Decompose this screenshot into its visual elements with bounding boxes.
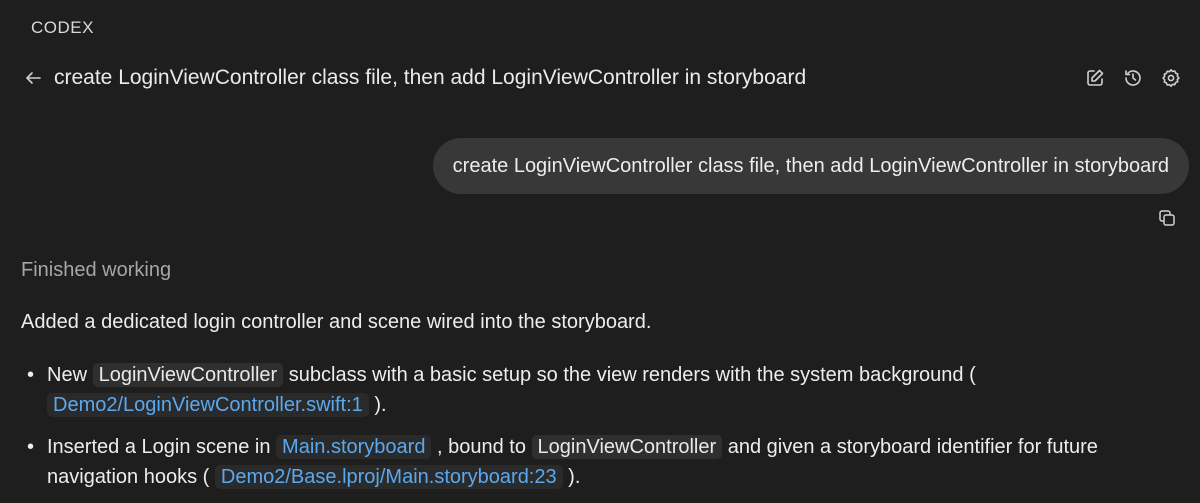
inline-code: LoginViewController xyxy=(92,363,284,387)
user-message-bubble: create LoginViewController class file, t… xyxy=(432,138,1189,194)
bullet-text: subclass with a basic setup so the view … xyxy=(283,364,976,386)
bullet-text: , bound to xyxy=(431,436,532,458)
user-message-text: create LoginViewController class file, t… xyxy=(452,154,1169,177)
copy-message-button[interactable] xyxy=(1156,207,1178,229)
bullet-text: Inserted a Login scene in xyxy=(47,436,277,458)
history-icon xyxy=(1123,68,1143,88)
list-item: Inserted a Login scene in Main.storyboar… xyxy=(21,432,1180,492)
settings-button[interactable] xyxy=(1160,67,1182,89)
response-summary: Added a dedicated login controller and s… xyxy=(21,311,652,333)
app-label: CODEX xyxy=(31,18,94,37)
new-chat-button[interactable] xyxy=(1084,67,1106,89)
bullet-text: ). xyxy=(562,466,581,488)
gear-icon xyxy=(1161,68,1181,88)
copy-icon xyxy=(1158,209,1176,227)
file-link[interactable]: Main.storyboard xyxy=(276,435,432,459)
bullet-text: New xyxy=(47,364,93,386)
arrow-left-icon xyxy=(24,69,42,87)
bullet-text: ). xyxy=(368,394,387,416)
file-link[interactable]: Demo2/LoginViewController.swift:1 xyxy=(47,393,369,417)
compose-icon xyxy=(1085,68,1105,88)
file-link[interactable]: Demo2/Base.lproj/Main.storyboard:23 xyxy=(214,465,563,489)
history-button[interactable] xyxy=(1122,67,1144,89)
codex-panel: CODEX create LoginViewController class f… xyxy=(0,0,1200,503)
response-status: Finished working xyxy=(21,259,172,281)
inline-code: LoginViewController xyxy=(531,435,723,459)
back-button[interactable] xyxy=(22,67,44,89)
thread-header: create LoginViewController class file, t… xyxy=(22,62,1182,94)
header-actions xyxy=(1084,67,1182,89)
response-bullets: New LoginViewController subclass with a … xyxy=(21,360,1180,503)
list-item: New LoginViewController subclass with a … xyxy=(21,360,1180,420)
thread-title: create LoginViewController class file, t… xyxy=(54,66,807,89)
